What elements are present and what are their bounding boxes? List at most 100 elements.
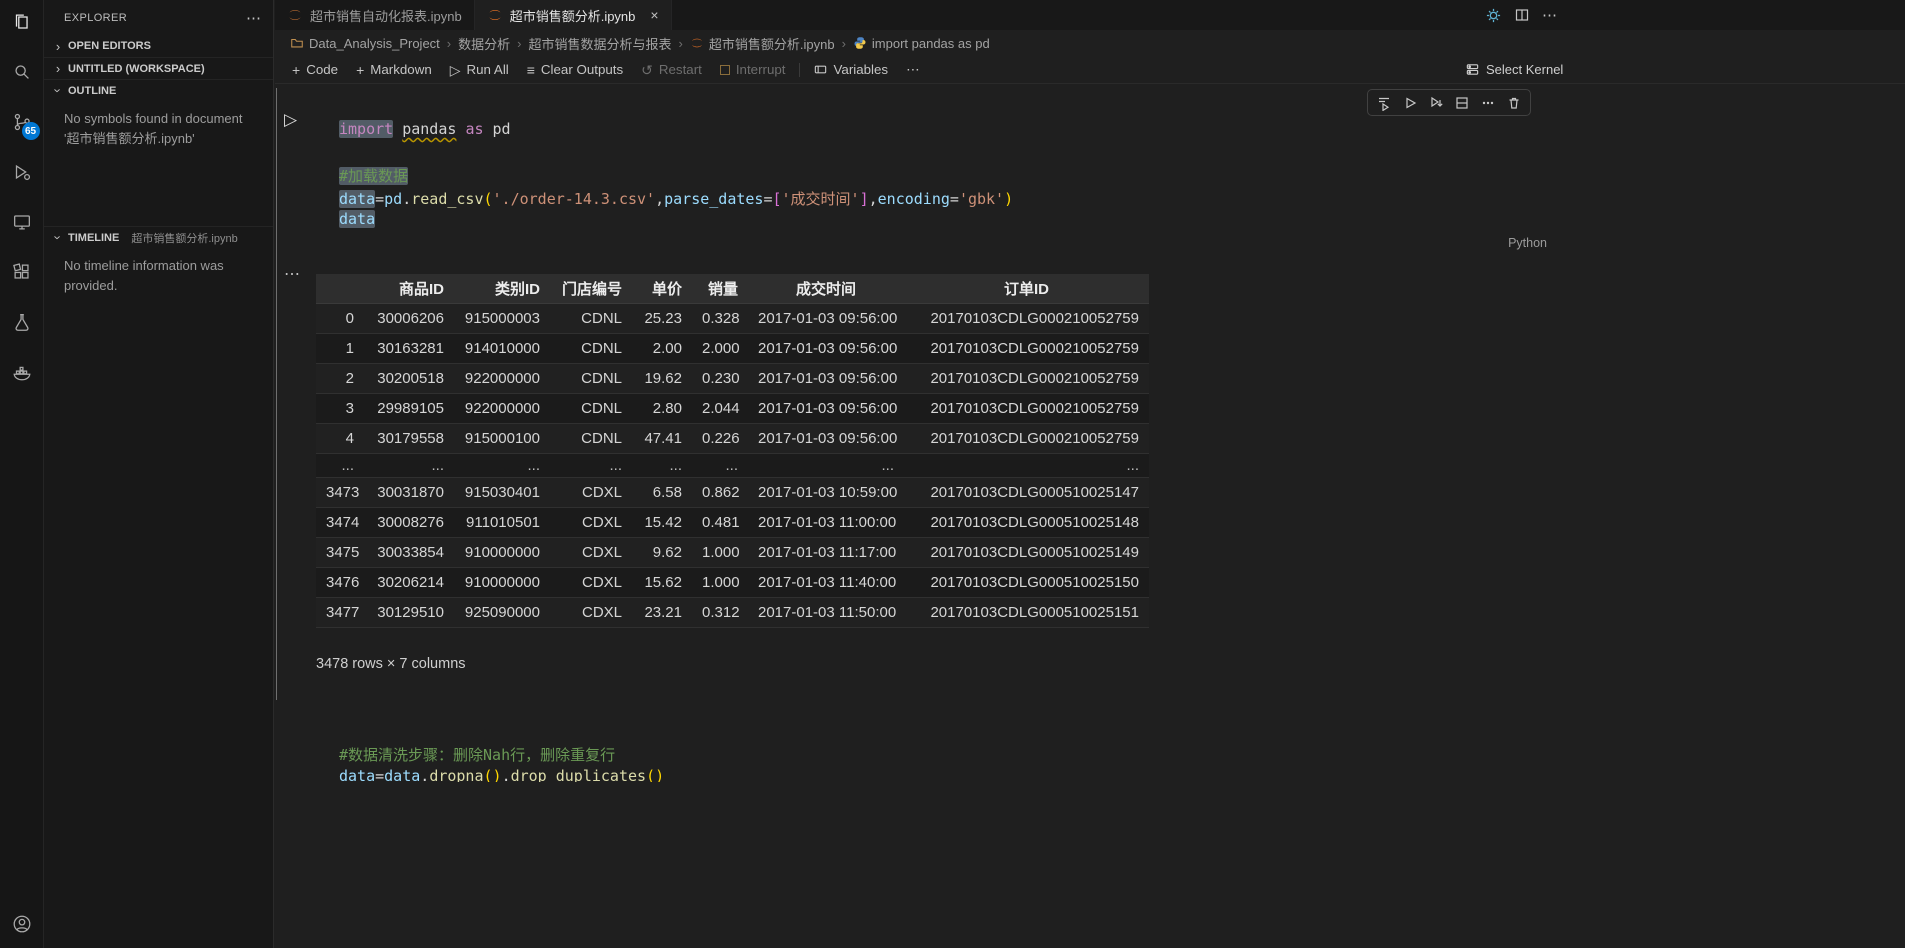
code-token: read_csv xyxy=(411,190,483,208)
code-token: #加载数据 xyxy=(339,167,408,185)
breadcrumb-item-symbol[interactable]: import pandas as pd xyxy=(853,36,990,51)
run-debug-icon[interactable] xyxy=(10,160,34,184)
plus-icon: + xyxy=(292,63,300,77)
code-line[interactable]: data=data.dropna().drop_duplicates() xyxy=(339,767,1239,783)
table-cell: 0.312 xyxy=(692,598,748,628)
code-token: encoding xyxy=(878,190,950,208)
clear-outputs-icon: ≡ xyxy=(527,63,535,77)
breadcrumb-item-folder[interactable]: 数据分析 xyxy=(458,34,510,53)
section-label: TIMELINE xyxy=(68,232,119,244)
tab-report-notebook[interactable]: 超市销售自动化报表.ipynb xyxy=(275,0,475,30)
clear-outputs-button[interactable]: ≡ Clear Outputs xyxy=(518,58,632,82)
more-actions-icon[interactable]: ⋯ xyxy=(1542,6,1557,24)
sidebar-explorer: EXPLORER ⋯ › OPEN EDITORS › UNTITLED (WO… xyxy=(44,0,274,948)
code-line[interactable]: data xyxy=(339,210,1013,233)
search-icon[interactable] xyxy=(10,60,34,84)
split-editor-icon[interactable] xyxy=(1514,7,1530,23)
table-cell: ... xyxy=(632,454,692,478)
run-all-icon: ▷ xyxy=(450,63,461,77)
breadcrumb: Data_Analysis_Project › 数据分析 › 超市销售数据分析与… xyxy=(275,30,1905,56)
add-code-cell-button[interactable]: + Code xyxy=(283,58,347,82)
section-open-editors[interactable]: › OPEN EDITORS xyxy=(44,35,273,57)
code-token: data xyxy=(339,190,375,208)
breadcrumb-item-root[interactable]: Data_Analysis_Project xyxy=(290,36,440,51)
variables-icon xyxy=(813,62,828,77)
cell-language-label[interactable]: Python xyxy=(1475,236,1547,250)
table-cell: 6.58 xyxy=(632,478,692,508)
docker-icon[interactable] xyxy=(10,360,34,384)
more-actions-icon[interactable] xyxy=(1476,92,1500,114)
more-actions-icon[interactable]: ⋯ xyxy=(246,9,261,27)
column-header: 门店编号 xyxy=(550,274,632,304)
extensions-icon[interactable] xyxy=(10,260,34,284)
run-all-button[interactable]: ▷ Run All xyxy=(441,58,518,82)
editor-actions: ⋯ xyxy=(1485,0,1557,30)
code-token: ( xyxy=(484,190,493,208)
code-token: drop_duplicates xyxy=(511,767,646,783)
breadcrumb-item-folder[interactable]: 超市销售数据分析与报表 xyxy=(529,34,672,53)
table-cell: 3 xyxy=(316,394,364,424)
table-cell: 15.62 xyxy=(632,568,692,598)
code-cell-editor[interactable]: import pandas as pd #加载数据 data=pd.read_cs… xyxy=(339,120,1013,233)
output-options-icon[interactable]: ⋯ xyxy=(284,264,300,284)
folder-icon xyxy=(290,36,304,50)
code-line[interactable]: import pandas as pd xyxy=(339,120,1013,143)
run-cell-button[interactable]: ▷ xyxy=(284,110,297,130)
execute-above-icon[interactable] xyxy=(1372,92,1396,114)
interrupt-button[interactable]: Interrupt xyxy=(711,58,795,82)
sidebar-title: EXPLORER xyxy=(64,12,127,24)
select-kernel-button[interactable]: Select Kernel xyxy=(1465,56,1563,83)
table-cell: 1.000 xyxy=(692,568,748,598)
editor-area: 超市销售自动化报表.ipynb 超市销售额分析.ipynb × ⋯ Data_A… xyxy=(275,0,1905,948)
table-cell: 910000000 xyxy=(454,568,550,598)
code-line[interactable]: data=pd.read_csv('./order-14.3.csv',pars… xyxy=(339,188,1013,211)
table-cell: 2017-01-03 09:56:00 xyxy=(748,394,904,424)
interrupt-icon xyxy=(720,65,730,75)
split-cell-icon[interactable] xyxy=(1450,92,1474,114)
more-actions-icon[interactable]: ⋯ xyxy=(897,58,928,82)
code-line[interactable]: #数据清洗步骤：删除Nah行，删除重复行 xyxy=(339,744,1239,767)
chevron-right-icon: › xyxy=(679,36,683,51)
table-cell: CDXL xyxy=(550,568,632,598)
table-cell: 915000100 xyxy=(454,424,550,454)
section-outline[interactable]: › OUTLINE xyxy=(44,79,273,101)
table-cell: CDNL xyxy=(550,364,632,394)
cell-toolbar xyxy=(1367,89,1531,116)
account-icon[interactable] xyxy=(10,912,34,936)
code-line[interactable]: #加载数据 xyxy=(339,165,1013,188)
chevron-right-icon: › xyxy=(52,61,64,76)
section-timeline[interactable]: › TIMELINE 超市销售额分析.ipynb xyxy=(44,226,273,248)
table-cell: 25.23 xyxy=(632,304,692,334)
table-cell: CDXL xyxy=(550,508,632,538)
table-row: 430179558915000100CDNL47.410.2262017-01-… xyxy=(316,424,1149,454)
table-cell: 910000000 xyxy=(454,538,550,568)
toolbar-separator xyxy=(799,63,800,77)
code-token: #数据清洗步骤：删除Nah行，删除重复行 xyxy=(339,746,615,764)
code-token: [ xyxy=(773,190,782,208)
testing-icon[interactable] xyxy=(10,310,34,334)
delete-cell-icon[interactable] xyxy=(1502,92,1526,114)
table-cell: 0 xyxy=(316,304,364,334)
run-below-icon[interactable] xyxy=(1424,92,1448,114)
variables-button[interactable]: Variables xyxy=(804,58,898,82)
table-cell: 20170103CDLG000510025151 xyxy=(904,598,1149,628)
close-icon[interactable]: × xyxy=(650,7,658,23)
table-row: 347430008276911010501CDXL15.420.4812017-… xyxy=(316,508,1149,538)
source-control-icon[interactable]: 65 xyxy=(10,110,34,134)
timeline-block: › TIMELINE 超市销售额分析.ipynb No timeline inf… xyxy=(44,226,273,295)
table-cell: 30008276 xyxy=(364,508,454,538)
code-cell-editor[interactable]: #数据清洗步骤：删除Nah行，删除重复行 data=data.dropna().d… xyxy=(339,744,1239,782)
add-markdown-cell-button[interactable]: + Markdown xyxy=(347,58,441,82)
restart-button[interactable]: ↺ Restart xyxy=(632,58,711,82)
code-line[interactable] xyxy=(339,143,1013,166)
tab-analysis-notebook[interactable]: 超市销售额分析.ipynb × xyxy=(475,0,672,30)
code-token: , xyxy=(655,190,664,208)
breadcrumb-item-file[interactable]: 超市销售额分析.ipynb xyxy=(690,34,835,53)
section-untitled-workspace[interactable]: › UNTITLED (WORKSPACE) xyxy=(44,57,273,79)
table-cell: 1.000 xyxy=(692,538,748,568)
source-control-badge: 65 xyxy=(22,122,40,140)
remote-explorer-icon[interactable] xyxy=(10,210,34,234)
settings-gear-icon[interactable] xyxy=(1485,7,1502,24)
run-cell-icon[interactable] xyxy=(1398,92,1422,114)
explorer-icon[interactable] xyxy=(10,10,34,34)
